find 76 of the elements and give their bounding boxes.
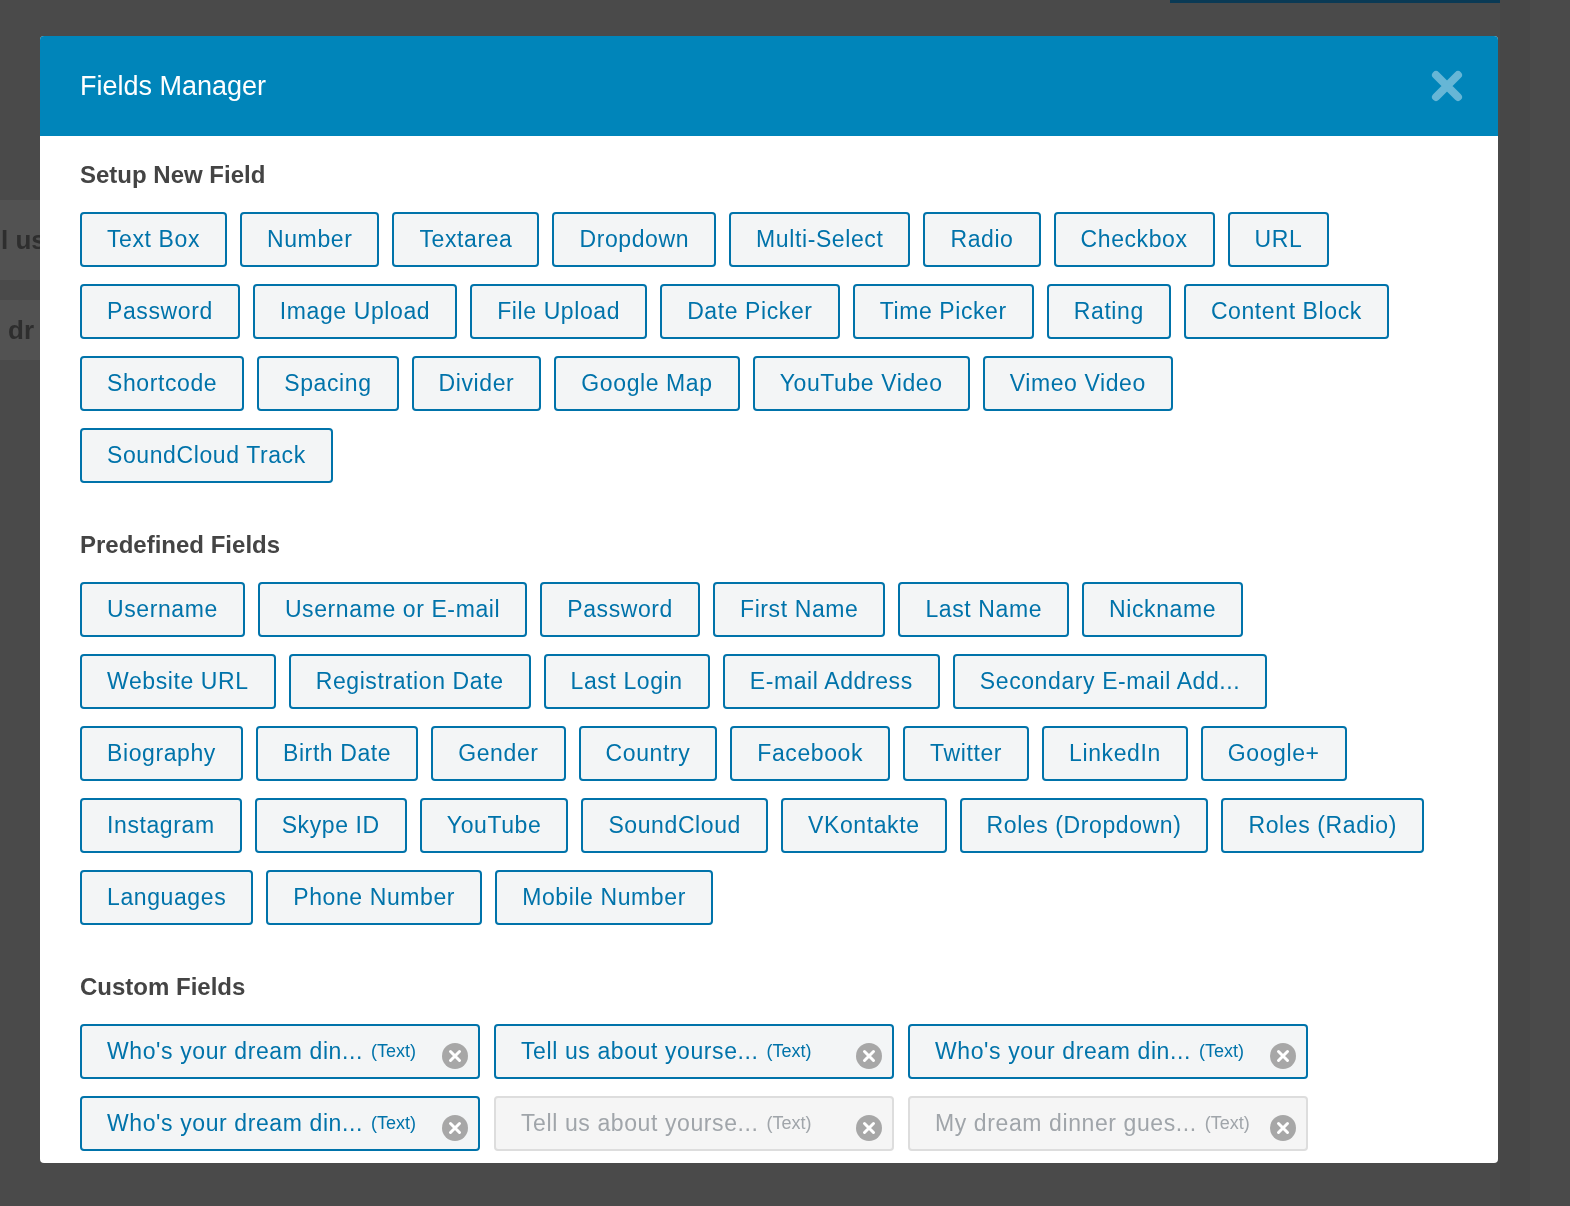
- field-type-button[interactable]: Image Upload: [252, 284, 458, 339]
- close-icon[interactable]: [1431, 70, 1463, 102]
- field-type-button[interactable]: Website URL: [80, 654, 276, 709]
- custom-field-chip[interactable]: Who's your dream din... (Text): [80, 1024, 480, 1079]
- field-type: (Text): [370, 1112, 416, 1135]
- custom-field-chip[interactable]: Who's your dream din... (Text): [908, 1024, 1308, 1079]
- field-type: (Text): [766, 1040, 812, 1063]
- field-type-button[interactable]: Password: [540, 582, 700, 637]
- field-type-button[interactable]: Roles (Radio): [1221, 798, 1424, 853]
- field-type-button[interactable]: Phone Number: [266, 870, 483, 925]
- field-type-button[interactable]: Textarea: [392, 212, 540, 267]
- field-type-button[interactable]: Password: [80, 284, 240, 339]
- custom-field-chip[interactable]: Tell us about yourse... (Text): [494, 1024, 894, 1079]
- field-type-button[interactable]: Username: [80, 582, 245, 637]
- field-type-button[interactable]: Dropdown: [552, 212, 717, 267]
- field-type-button[interactable]: Gender: [431, 726, 566, 781]
- field-type: (Text): [766, 1112, 812, 1135]
- field-type-button[interactable]: First Name: [713, 582, 886, 637]
- field-type-button[interactable]: Radio: [923, 212, 1041, 267]
- field-type-button[interactable]: Twitter: [903, 726, 1030, 781]
- field-type-button[interactable]: Country: [578, 726, 718, 781]
- field-type-button[interactable]: Instagram: [80, 798, 242, 853]
- field-type-button[interactable]: Facebook: [730, 726, 891, 781]
- field-type-button[interactable]: Last Name: [898, 582, 1070, 637]
- dialog-title: Fields Manager: [80, 69, 267, 103]
- field-type-button[interactable]: Vimeo Video: [982, 356, 1173, 411]
- field-type-button[interactable]: Shortcode: [80, 356, 245, 411]
- field-label: Tell us about yourse...: [521, 1037, 759, 1067]
- field-type-button[interactable]: File Upload: [470, 284, 648, 339]
- field-label: Who's your dream din...: [935, 1037, 1191, 1067]
- field-type-button[interactable]: Time Picker: [852, 284, 1034, 339]
- field-type-button[interactable]: VKontakte: [781, 798, 947, 853]
- field-type-button[interactable]: Divider: [411, 356, 542, 411]
- field-type-button[interactable]: Rating: [1046, 284, 1171, 339]
- remove-icon[interactable]: [856, 1042, 882, 1069]
- field-type-button[interactable]: Secondary E-mail Add...: [952, 654, 1268, 709]
- field-type: (Text): [370, 1040, 416, 1063]
- field-type-button[interactable]: Content Block: [1183, 284, 1389, 339]
- field-type-button[interactable]: E-mail Address: [722, 654, 940, 709]
- field-type-button[interactable]: Birth Date: [255, 726, 419, 781]
- field-type: (Text): [1204, 1112, 1250, 1135]
- field-type-button[interactable]: SoundCloud: [581, 798, 768, 853]
- field-type-button[interactable]: Google+: [1200, 726, 1347, 781]
- field-type-button[interactable]: Biography: [80, 726, 243, 781]
- section-heading: Setup New Field: [80, 160, 267, 190]
- field-type-button[interactable]: Languages: [80, 870, 254, 925]
- section-heading: Predefined Fields: [80, 530, 282, 560]
- custom-field-chip[interactable]: Who's your dream din... (Text): [80, 1096, 480, 1151]
- remove-icon[interactable]: [442, 1114, 468, 1141]
- remove-icon[interactable]: [442, 1042, 468, 1069]
- field-type-button[interactable]: Mobile Number: [495, 870, 713, 925]
- section-heading: Custom Fields: [80, 972, 247, 1002]
- field-label: Who's your dream din...: [107, 1037, 363, 1067]
- field-type-button[interactable]: Roles (Dropdown): [959, 798, 1209, 853]
- field-type-button[interactable]: Text Box: [80, 212, 227, 267]
- field-type: (Text): [1198, 1040, 1244, 1063]
- field-type-button[interactable]: Nickname: [1082, 582, 1244, 637]
- field-type-button[interactable]: Multi-Select: [729, 212, 911, 267]
- field-type-button[interactable]: LinkedIn: [1042, 726, 1188, 781]
- field-label: My dream dinner gues...: [935, 1109, 1197, 1139]
- field-type-button[interactable]: Registration Date: [288, 654, 531, 709]
- field-type-button[interactable]: Google Map: [554, 356, 740, 411]
- field-type-button[interactable]: SoundCloud Track: [80, 428, 333, 483]
- field-type-button[interactable]: Number: [240, 212, 380, 267]
- field-type-button[interactable]: Skype ID: [254, 798, 407, 853]
- field-type-button[interactable]: YouTube: [419, 798, 569, 853]
- field-type-button[interactable]: Username or E-mail: [257, 582, 528, 637]
- field-type-button[interactable]: Checkbox: [1053, 212, 1215, 267]
- field-label: Who's your dream din...: [107, 1109, 363, 1139]
- field-type-button[interactable]: Last Login: [543, 654, 710, 709]
- field-type-button[interactable]: Spacing: [257, 356, 399, 411]
- remove-icon[interactable]: [1270, 1042, 1296, 1069]
- field-type-button[interactable]: Date Picker: [660, 284, 840, 339]
- field-type-button[interactable]: YouTube Video: [752, 356, 970, 411]
- field-label: Tell us about yourse...: [521, 1109, 759, 1139]
- field-type-button[interactable]: URL: [1227, 212, 1330, 267]
